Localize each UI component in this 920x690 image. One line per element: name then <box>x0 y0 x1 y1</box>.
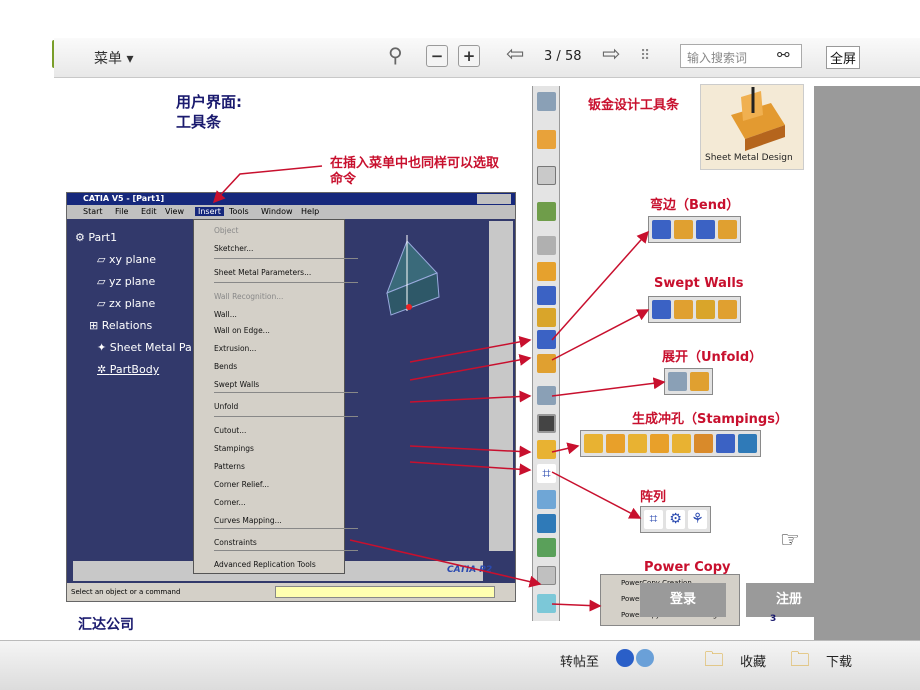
share-to[interactable]: 转帖至 <box>560 651 599 670</box>
share-label: 转帖至 <box>560 655 600 670</box>
share-icon-2[interactable] <box>636 649 654 667</box>
download-button[interactable]: 下载 <box>826 651 852 670</box>
favorite-button[interactable]: 收藏 <box>740 651 766 670</box>
favorite-folder-icon[interactable]: 🗀 <box>704 645 724 679</box>
company-name: 汇达公司 <box>78 617 134 633</box>
annotation-arrows <box>212 165 666 612</box>
viewer-bottom-bar: 转帖至 🗀 收藏 🗀 下载 <box>0 640 920 690</box>
share-icon-1[interactable] <box>616 649 634 667</box>
download-folder-icon[interactable]: 🗀 <box>790 645 810 679</box>
